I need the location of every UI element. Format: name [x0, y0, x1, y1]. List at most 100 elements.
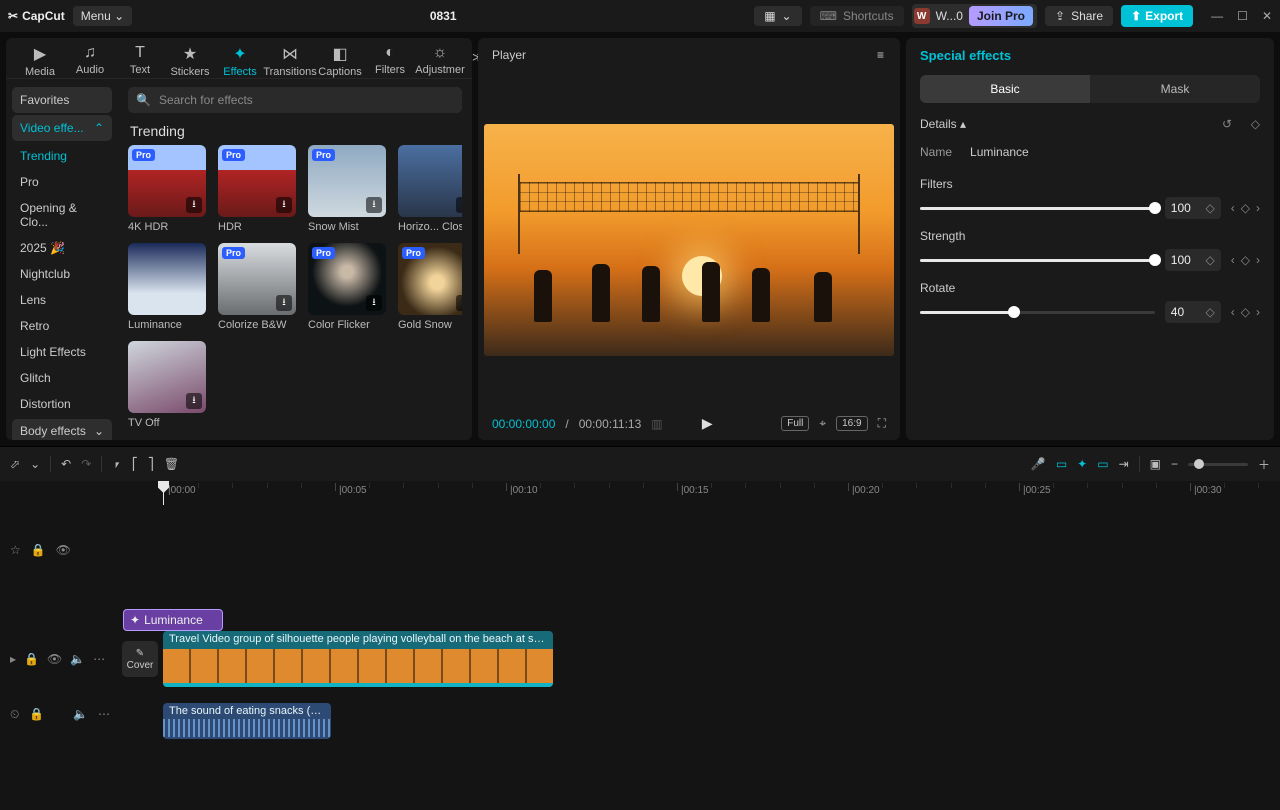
sidebar-item[interactable]: Nightclub	[12, 261, 112, 287]
download-icon[interactable]: ⭳	[276, 295, 292, 311]
timeline-ruler[interactable]: |00:00|00:05|00:10|00:15|00:20|00:25|00:…	[160, 481, 1280, 505]
mute-icon[interactable]: 🔈	[70, 652, 85, 666]
sidebar-item[interactable]: 2025 🎉	[12, 235, 112, 261]
sidebar-item[interactable]: Lens	[12, 287, 112, 313]
download-icon[interactable]: ⭳	[366, 197, 382, 213]
snap-toggle-b[interactable]: ✦	[1077, 457, 1087, 471]
menu-button[interactable]: Menu ⌄	[73, 6, 132, 26]
join-pro-button[interactable]: Join Pro	[969, 6, 1033, 26]
effect-card[interactable]: ⭳Horizo... Close	[398, 145, 462, 233]
sidebar-item[interactable]: Trending	[12, 143, 112, 169]
playhead[interactable]	[163, 481, 164, 505]
visibility-icon[interactable]: 👁	[56, 543, 71, 557]
redo-button[interactable]: ↷	[81, 457, 91, 471]
effect-card[interactable]: Pro⭳Color Flicker	[308, 243, 386, 331]
prop-value-input[interactable]: 100◇	[1165, 197, 1221, 219]
download-icon[interactable]: ⭳	[456, 197, 462, 213]
keyframe-icon[interactable]: ◇	[1251, 117, 1260, 131]
shortcuts-button[interactable]: ⌨Shortcuts	[810, 6, 904, 26]
keyframe-next-icon[interactable]: ›	[1256, 305, 1260, 319]
player-menu-icon[interactable]: ≡	[877, 48, 886, 62]
favorite-icon[interactable]: ☆	[10, 543, 21, 557]
tool-tab-text[interactable]: TText	[116, 44, 164, 76]
keyframe-icon[interactable]: ◇	[1241, 201, 1250, 215]
track-body-audio[interactable]: The sound of eating snacks (chewin	[160, 689, 1280, 739]
keyframe-icon[interactable]: ◇	[1241, 305, 1250, 319]
split-left-tool[interactable]: ⎡	[132, 457, 138, 471]
zoom-out-button[interactable]: −	[1171, 457, 1178, 471]
player-viewport[interactable]	[478, 72, 900, 407]
sidebar-item[interactable]: Pro	[12, 169, 112, 195]
link-toggle[interactable]: ⇥	[1119, 457, 1129, 471]
stepper-icon[interactable]: ◇	[1206, 305, 1215, 319]
lock-icon[interactable]: 🔒	[29, 707, 44, 721]
sidebar-body-effects[interactable]: Body effects ⌄	[12, 419, 112, 440]
mute-icon[interactable]: 🔈	[73, 707, 88, 721]
tool-tab-media[interactable]: ▶Media	[16, 44, 64, 78]
details-toggle[interactable]: Details ▴	[920, 117, 966, 131]
pointer-tool[interactable]: ⬀	[10, 457, 20, 471]
tool-tab-audio[interactable]: ♫Audio	[66, 44, 114, 76]
delete-button[interactable]: 🗑	[164, 457, 179, 471]
sidebar-item[interactable]: Opening & Clo...	[12, 195, 112, 235]
keyframe-prev-icon[interactable]: ‹	[1231, 253, 1235, 267]
prop-value-input[interactable]: 100◇	[1165, 249, 1221, 271]
more-icon[interactable]: ⋯	[98, 707, 110, 721]
sidebar-item[interactable]: Light Effects	[12, 339, 112, 365]
prop-slider[interactable]	[920, 207, 1155, 210]
fullscreen-icon[interactable]: ⛶	[878, 416, 886, 431]
tool-tab-stickers[interactable]: ★Stickers	[166, 44, 214, 78]
download-icon[interactable]: ⭳	[276, 197, 292, 213]
effect-card[interactable]: Pro⭳Gold Snow	[398, 243, 462, 331]
tool-tab-adjustmer[interactable]: ☼Adjustmer	[416, 44, 464, 76]
effect-card[interactable]: Pro⭳4K HDR	[128, 145, 206, 233]
lock-icon[interactable]: 🔒	[31, 543, 46, 557]
clip-video[interactable]: Travel Video group of silhouette people …	[163, 631, 553, 687]
clip-effect[interactable]: ✦ Luminance	[123, 609, 223, 631]
snap-toggle-a[interactable]: ▭	[1056, 457, 1067, 471]
track-body-spacer[interactable]	[120, 505, 1280, 595]
sidebar-group-video-effects[interactable]: Video effe... ⌃	[12, 115, 112, 141]
split-tool[interactable]: ⎖	[112, 457, 122, 472]
stepper-icon[interactable]: ◇	[1206, 201, 1215, 215]
effect-card[interactable]: ⭳TV Off	[128, 341, 206, 429]
prop-slider[interactable]	[920, 311, 1155, 314]
effect-card[interactable]: Pro⭳HDR	[218, 145, 296, 233]
close-icon[interactable]: ✕	[1262, 9, 1272, 23]
crop-icon[interactable]: ⌖	[819, 416, 826, 431]
tool-tab-effects[interactable]: ✦Effects	[216, 44, 264, 78]
tab-mask[interactable]: Mask	[1090, 75, 1260, 103]
effect-card[interactable]: Luminance	[128, 243, 206, 331]
undo-button[interactable]: ↶	[61, 457, 71, 471]
track-body-effect[interactable]: ✦ Luminance	[120, 595, 1280, 629]
tool-tab-captions[interactable]: ◧Captions	[316, 44, 364, 78]
reset-icon[interactable]: ↺	[1222, 117, 1232, 131]
keyframe-next-icon[interactable]: ›	[1256, 253, 1260, 267]
account-chip[interactable]: W W...0 Join Pro	[912, 4, 1037, 28]
tab-basic[interactable]: Basic	[920, 75, 1090, 103]
track-body-video[interactable]: Travel Video group of silhouette people …	[160, 629, 1280, 689]
minimize-icon[interactable]: —	[1211, 9, 1223, 23]
prop-value-input[interactable]: 40◇	[1165, 301, 1221, 323]
pointer-menu[interactable]: ⌄	[30, 457, 40, 471]
play-button[interactable]: ▶	[702, 415, 713, 432]
tool-tab-filters[interactable]: ◐Filters	[366, 44, 414, 76]
sidebar-item[interactable]: Retro	[12, 313, 112, 339]
download-icon[interactable]: ⭳	[366, 295, 382, 311]
snap-toggle-c[interactable]: ▭	[1097, 457, 1108, 471]
compare-icon[interactable]: ▥	[651, 417, 662, 431]
keyframe-prev-icon[interactable]: ‹	[1231, 305, 1235, 319]
export-button[interactable]: ⬆Export	[1121, 5, 1193, 27]
quality-badge[interactable]: Full	[781, 416, 809, 431]
search-input[interactable]: 🔍 Search for effects	[128, 87, 462, 113]
effect-card[interactable]: Pro⭳Snow Mist	[308, 145, 386, 233]
stepper-icon[interactable]: ◇	[1206, 253, 1215, 267]
download-icon[interactable]: ⭳	[456, 295, 462, 311]
sidebar-favorites[interactable]: Favorites	[12, 87, 112, 113]
zoom-slider[interactable]	[1188, 463, 1248, 466]
clip-audio[interactable]: The sound of eating snacks (chewin	[163, 703, 331, 739]
cover-button[interactable]: ✎ Cover	[122, 641, 158, 677]
lock-icon[interactable]: 🔒	[24, 652, 39, 666]
effect-card[interactable]: Pro⭳Colorize B&W	[218, 243, 296, 331]
prop-slider[interactable]	[920, 259, 1155, 262]
